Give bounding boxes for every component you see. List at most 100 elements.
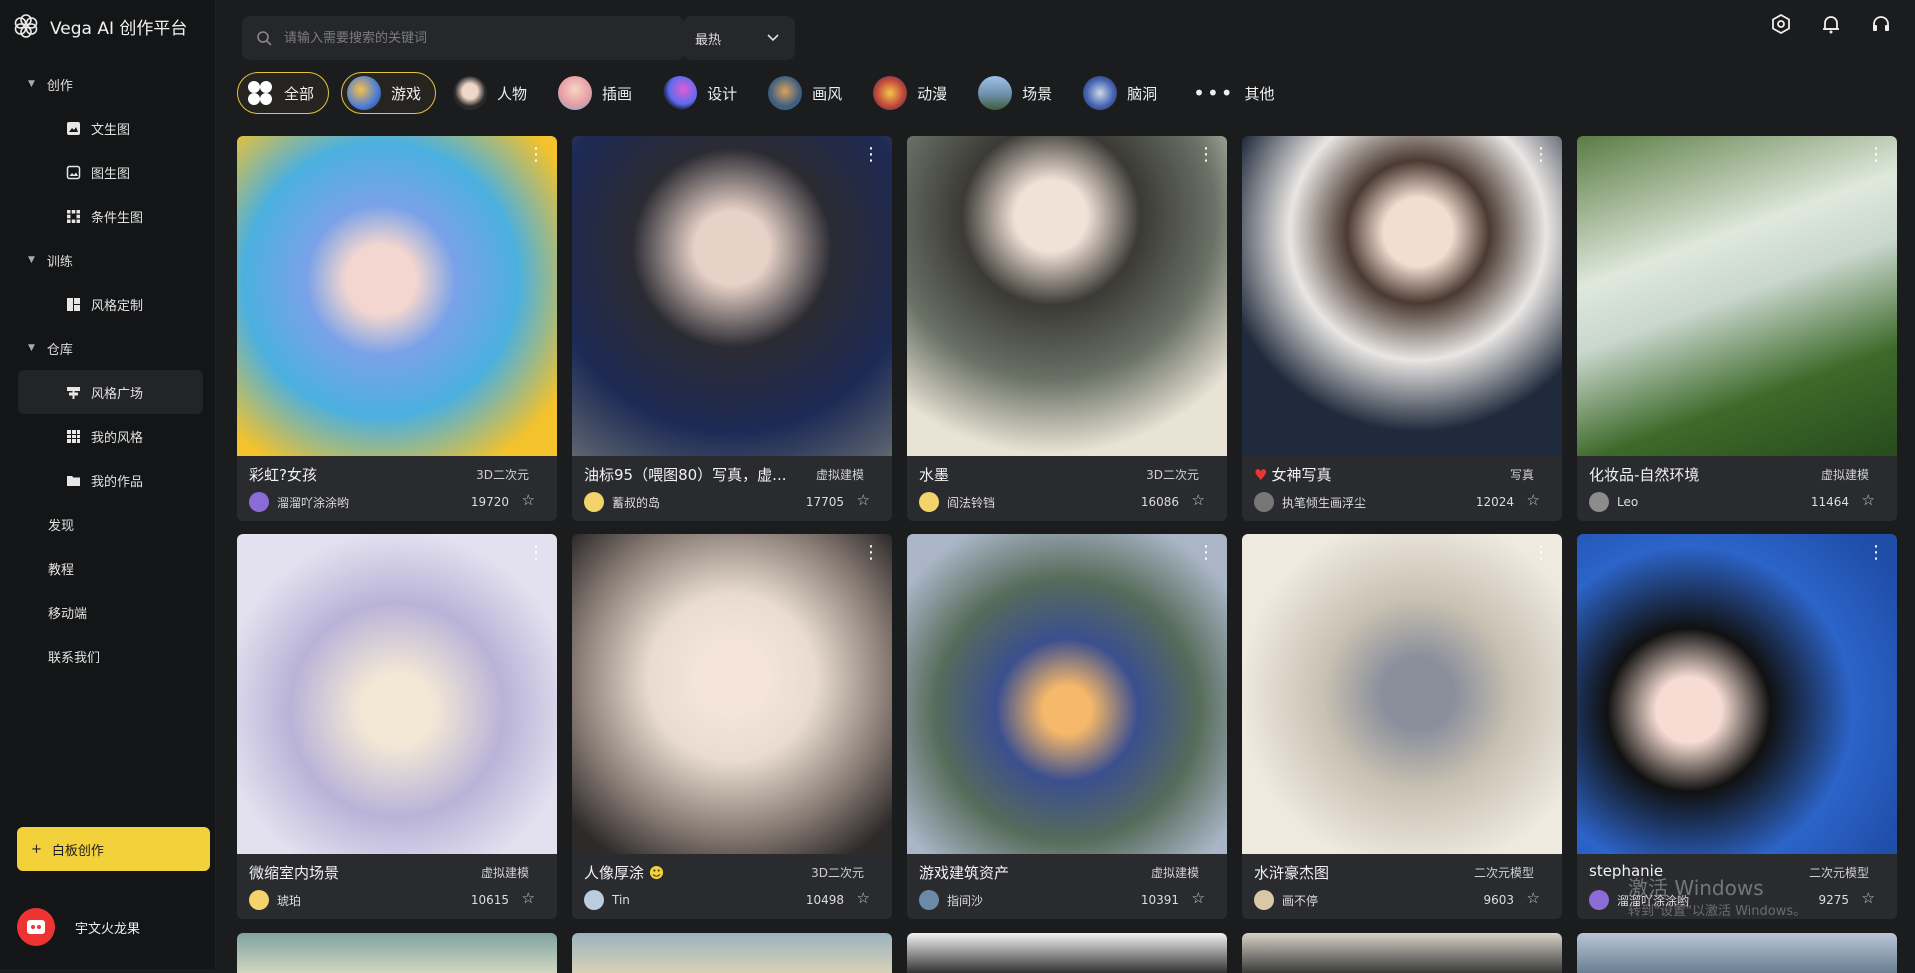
like-count: 10615 (470, 893, 509, 907)
star-icon[interactable]: ☆ (857, 889, 870, 907)
like-count: 19720 (470, 495, 509, 509)
star-icon[interactable]: ☆ (1192, 491, 1205, 509)
app-logo[interactable]: Vega AI 创作平台 (12, 12, 187, 40)
sidebar-link-contact[interactable]: 联系我们 (0, 634, 215, 678)
nav-group-train[interactable]: ▼ 训练 (0, 238, 215, 282)
sort-value: 最热 (695, 32, 722, 48)
card-author[interactable]: 阎法铃铛 (919, 492, 995, 512)
card-author[interactable]: 画不停 (1254, 890, 1318, 910)
bell-icon[interactable] (1819, 12, 1843, 36)
more-vertical-icon[interactable]: ⋮ (527, 544, 545, 562)
nav-group-repo[interactable]: ▼ 仓库 (0, 326, 215, 370)
star-icon[interactable]: ☆ (1527, 491, 1540, 509)
windows-activation-hint: 转到"设置"以激活 Windows。 (1628, 904, 1807, 919)
more-vertical-icon[interactable]: ⋮ (1197, 146, 1215, 164)
sidebar-item-label: 图生图 (91, 166, 131, 182)
card-author[interactable]: 指间沙 (919, 890, 983, 910)
user-profile[interactable]: 宇文火龙果 (17, 908, 140, 946)
sidebar-link-mobile[interactable]: 移动端 (0, 590, 215, 634)
category-brainstorm[interactable]: 脑洞 (1078, 72, 1171, 114)
artwork-card[interactable]: ⋮ ♥ 女神写真 写真 执笔倾生画浮尘 12024 ☆ (1242, 136, 1562, 521)
star-icon[interactable]: ☆ (522, 889, 535, 907)
category-thumb (873, 76, 908, 110)
sidebar-item-label: 风格定制 (91, 298, 144, 314)
more-vertical-icon[interactable]: ⋮ (1867, 146, 1885, 164)
artwork-card-partial[interactable] (572, 933, 892, 973)
category-scene[interactable]: 场景 (973, 72, 1066, 114)
sort-dropdown[interactable]: 最热 (683, 16, 795, 60)
star-icon[interactable]: ☆ (857, 491, 870, 509)
artwork-card[interactable]: ⋮ 微缩室内场景 虚拟建模 琥珀 10615 ☆ (237, 534, 557, 919)
search-box[interactable] (242, 16, 684, 60)
artwork-card[interactable]: ⋮ 油标95（喂图80）写真，虚... 虚拟建模 蓄叔的岛 17705 ☆ (572, 136, 892, 521)
artwork-card[interactable]: ⋮ 化妆品-自然环境 虚拟建模 Leo 11464 ☆ (1577, 136, 1897, 521)
more-vertical-icon[interactable]: ⋮ (862, 146, 880, 164)
sidebar-item-image-to-image[interactable]: 图生图 (18, 150, 203, 194)
artwork-image (907, 136, 1227, 456)
more-vertical-icon[interactable]: ⋮ (862, 544, 880, 562)
artwork-card-partial[interactable] (1577, 933, 1897, 973)
category-design[interactable]: 设计 (658, 72, 751, 114)
nav-group-create[interactable]: ▼ 创作 (0, 62, 215, 106)
artwork-card[interactable]: ⋮ 水浒豪杰图 二次元模型 画不停 9603 ☆ (1242, 534, 1562, 919)
category-thumb (978, 76, 1013, 110)
card-info: 油标95（喂图80）写真，虚... 虚拟建模 蓄叔的岛 17705 ☆ (572, 456, 892, 521)
artwork-card[interactable]: ⋮ 彩虹?女孩 3D二次元 溜溜吖涂涂哟 19720 ☆ (237, 136, 557, 521)
sidebar-link-tutorial[interactable]: 教程 (0, 546, 215, 590)
author-name: 蓄叔的岛 (612, 495, 661, 510)
category-illustration[interactable]: 插画 (553, 72, 646, 114)
settings-icon[interactable] (1769, 12, 1793, 36)
star-icon[interactable]: ☆ (1192, 889, 1205, 907)
more-vertical-icon[interactable]: ⋮ (1197, 544, 1215, 562)
sidebar-item-style-custom[interactable]: 风格定制 (18, 282, 203, 326)
more-vertical-icon[interactable]: ⋮ (1867, 544, 1885, 562)
category-art-style[interactable]: 画风 (763, 72, 856, 114)
star-icon[interactable]: ☆ (522, 491, 535, 509)
star-icon[interactable]: ☆ (1862, 491, 1875, 509)
star-icon[interactable]: ☆ (1862, 889, 1875, 907)
sidebar-link-discover[interactable]: 发现 (0, 502, 215, 546)
headset-icon[interactable] (1869, 12, 1893, 36)
more-vertical-icon[interactable]: ⋮ (527, 146, 545, 164)
card-author[interactable]: 溜溜吖涂涂哟 (249, 492, 349, 512)
sidebar-item-my-works[interactable]: 我的作品 (18, 458, 203, 502)
artwork-card[interactable]: ⋮ stephanie 二次元模型 溜溜吖涂涂哟 9275 ☆ (1577, 534, 1897, 919)
sidebar-item-text-to-image[interactable]: 文生图 (18, 106, 203, 150)
more-vertical-icon[interactable]: ⋮ (1532, 146, 1550, 164)
artwork-image (1242, 534, 1562, 854)
more-vertical-icon[interactable]: ⋮ (1532, 544, 1550, 562)
caret-down-icon: ▼ (28, 255, 35, 265)
artwork-card[interactable]: ⋮ 人像厚涂 ☻ 3D二次元 Tin 10498 ☆ (572, 534, 892, 919)
card-info: 人像厚涂 ☻ 3D二次元 Tin 10498 ☆ (572, 854, 892, 919)
card-info: 微缩室内场景 虚拟建模 琥珀 10615 ☆ (237, 854, 557, 919)
star-icon[interactable]: ☆ (1527, 889, 1540, 907)
card-tag: 虚拟建模 (815, 468, 864, 482)
user-name: 宇文火龙果 (75, 921, 141, 937)
artwork-card-partial[interactable] (237, 933, 557, 973)
author-avatar (1589, 890, 1609, 910)
category-other[interactable]: ••• 其他 (1183, 72, 1288, 114)
card-tag: 二次元模型 (1473, 866, 1534, 880)
sidebar-link-label: 联系我们 (48, 650, 101, 666)
whiteboard-create-button[interactable]: + 白板创作 (17, 827, 210, 871)
card-author[interactable]: Leo (1589, 492, 1638, 512)
category-anime[interactable]: 动漫 (868, 72, 961, 114)
caret-down-icon: ▼ (28, 79, 35, 89)
artwork-card-partial[interactable] (1242, 933, 1562, 973)
artwork-card[interactable]: ⋮ 游戏建筑资产 虚拟建模 指间沙 10391 ☆ (907, 534, 1227, 919)
sidebar-item-my-styles[interactable]: 我的风格 (18, 414, 203, 458)
card-author[interactable]: 蓄叔的岛 (584, 492, 660, 512)
more-dots-icon: ••• (1193, 81, 1235, 105)
artwork-card[interactable]: ⋮ 水墨 3D二次元 阎法铃铛 16086 ☆ (907, 136, 1227, 521)
card-author[interactable]: 琥珀 (249, 890, 301, 910)
card-author[interactable]: Tin (584, 890, 630, 910)
search-input[interactable] (282, 29, 646, 47)
sidebar-item-conditional[interactable]: 条件生图 (18, 194, 203, 238)
top-icons (1769, 12, 1893, 36)
category-game[interactable]: 游戏 (341, 72, 437, 114)
card-author[interactable]: 执笔倾生画浮尘 (1254, 492, 1366, 512)
artwork-card-partial[interactable] (907, 933, 1227, 973)
sidebar-item-style-square[interactable]: 风格广场 (18, 370, 203, 414)
category-person[interactable]: 人物 (448, 72, 541, 114)
category-all[interactable]: 全部 (237, 72, 330, 114)
